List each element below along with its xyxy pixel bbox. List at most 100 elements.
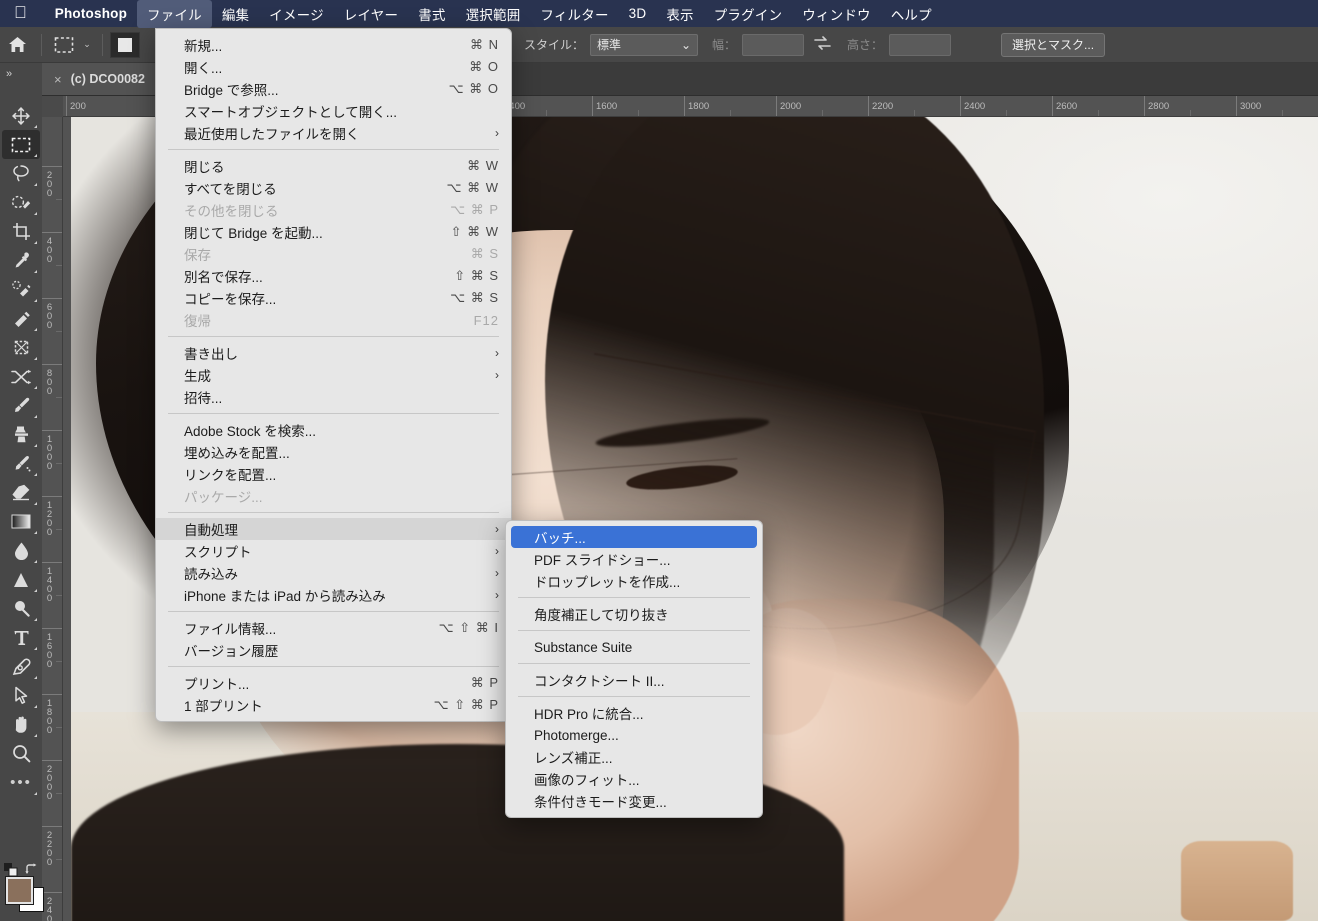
style-select[interactable]: 標準 ⌄ (590, 34, 698, 56)
menu-item-label: コピーを保存... (184, 288, 432, 308)
eraser-tool[interactable] (2, 478, 40, 507)
menubar-item-image[interactable]: イメージ (259, 0, 334, 28)
menu-item[interactable]: コピーを保存...⌥ ⌘ S (156, 287, 511, 309)
object-selection-tool[interactable] (2, 188, 40, 217)
menu-item[interactable]: HDR Pro に統合... (506, 702, 762, 724)
hand-tool[interactable] (2, 710, 40, 739)
menu-item[interactable]: 埋め込みを配置... (156, 441, 511, 463)
menu-item[interactable]: 招待... (156, 386, 511, 408)
menubar-item-layer[interactable]: レイヤー (334, 0, 408, 28)
menu-item[interactable]: ドロップレットを作成... (506, 570, 762, 592)
active-tool-icon[interactable] (49, 32, 79, 58)
ruler-minor-tick (1098, 110, 1099, 117)
menu-item[interactable]: 生成› (156, 364, 511, 386)
menu-item[interactable]: Substance Suite (506, 636, 762, 658)
menu-item-label: 閉じて Bridge を起動... (184, 222, 433, 242)
vertical-ruler[interactable]: 2004006008001000120014001600180020002200… (42, 117, 63, 921)
edit-toolbar-button[interactable]: ••• (2, 768, 40, 797)
path-selection-tool[interactable] (2, 681, 40, 710)
swap-dimensions-icon[interactable] (814, 36, 831, 54)
menu-item[interactable]: 閉じて Bridge を起動...⇧ ⌘ W (156, 221, 511, 243)
menu-item[interactable]: 自動処理› (156, 518, 511, 540)
chevron-right-icon: › (495, 126, 499, 140)
menu-item[interactable]: Adobe Stock を検索... (156, 419, 511, 441)
menu-separator (518, 696, 750, 697)
menubar-item-edit[interactable]: 編集 (212, 0, 259, 28)
close-icon[interactable]: × (54, 72, 62, 87)
burn-tool[interactable] (2, 594, 40, 623)
gradient-tool[interactable] (2, 507, 40, 536)
menu-item[interactable]: 1 部プリント⌥ ⇧ ⌘ P (156, 694, 511, 716)
menu-item[interactable]: iPhone または iPad から読み込み› (156, 584, 511, 606)
ruler-tick: 2600 (1052, 96, 1077, 117)
history-brush-tool[interactable] (2, 449, 40, 478)
menu-item[interactable]: 書き出し› (156, 342, 511, 364)
menu-item[interactable]: 開く...⌘ O (156, 56, 511, 78)
menu-item-label: スマートオブジェクトとして開く... (184, 101, 499, 121)
menu-item[interactable]: バッチ... (511, 526, 757, 548)
chevron-down-icon[interactable]: ⌄ (79, 39, 95, 50)
file-menu[interactable]: 新規...⌘ N開く...⌘ OBridge で参照...⌥ ⌘ Oスマートオブ… (155, 28, 512, 722)
dodge-tool[interactable] (2, 565, 40, 594)
ruler-minor-tick (730, 110, 731, 117)
brush-tool[interactable] (2, 391, 40, 420)
healing-brush-tool[interactable] (2, 304, 40, 333)
menu-item[interactable]: Photomerge... (506, 724, 762, 746)
menubar-item-view[interactable]: 表示 (656, 0, 703, 28)
frame-tool[interactable] (2, 333, 40, 362)
menu-item-label: バッチ... (534, 527, 745, 547)
menu-item-label: iPhone または iPad から読み込み (184, 585, 481, 605)
menu-item[interactable]: 読み込み› (156, 562, 511, 584)
menubar-item-plugins[interactable]: プラグイン (704, 0, 793, 28)
menu-item[interactable]: バージョン履歴 (156, 639, 511, 661)
expand-toolbar-icon[interactable]: » (0, 63, 42, 85)
pen-tool[interactable] (2, 652, 40, 681)
home-icon[interactable] (0, 30, 34, 60)
automate-submenu[interactable]: バッチ...PDF スライドショー...ドロップレットを作成... 角度補正して切… (505, 520, 763, 818)
menu-item[interactable]: 最近使用したファイルを開く› (156, 122, 511, 144)
menu-item[interactable]: 画像のフィット... (506, 768, 762, 790)
rectangular-marquee-tool[interactable] (2, 130, 40, 159)
menu-item[interactable]: 角度補正して切り抜き (506, 603, 762, 625)
spot-healing-brush-tool[interactable] (2, 275, 40, 304)
width-input[interactable] (742, 34, 804, 56)
menubar-app-name[interactable]: Photoshop (45, 2, 137, 25)
menubar-item-file[interactable]: ファイル (137, 0, 212, 28)
menu-item[interactable]: 閉じる⌘ W (156, 155, 511, 177)
document-tab[interactable]: × (c) DCO0082 (42, 63, 160, 95)
menubar-item-help[interactable]: ヘルプ (881, 0, 942, 28)
menubar-item-filter[interactable]: フィルター (530, 0, 618, 28)
menu-item[interactable]: スマートオブジェクトとして開く... (156, 100, 511, 122)
menubar-item-type[interactable]: 書式 (408, 0, 455, 28)
lasso-tool[interactable] (2, 159, 40, 188)
menu-item[interactable]: レンズ補正... (506, 746, 762, 768)
menubar-item-window[interactable]: ウィンドウ (792, 0, 881, 28)
height-input[interactable] (889, 34, 951, 56)
menu-item-label: HDR Pro に統合... (534, 703, 750, 723)
menu-item[interactable]: PDF スライドショー... (506, 548, 762, 570)
zoom-tool[interactable] (2, 739, 40, 768)
menubar-item-select[interactable]: 選択範囲 (456, 0, 531, 28)
blur-tool[interactable] (2, 536, 40, 565)
type-tool[interactable] (2, 623, 40, 652)
marquee-mode-button[interactable] (110, 32, 140, 58)
menu-item[interactable]: ファイル情報...⌥ ⇧ ⌘ I (156, 617, 511, 639)
menu-item[interactable]: 新規...⌘ N (156, 34, 511, 56)
menu-item[interactable]: スクリプト› (156, 540, 511, 562)
foreground-color-swatch[interactable] (6, 877, 33, 904)
apple-icon[interactable]:  (14, 4, 27, 21)
menubar-item-3d[interactable]: 3D (619, 2, 657, 25)
eyedropper-tool[interactable] (2, 246, 40, 275)
menu-item[interactable]: コンタクトシート II... (506, 669, 762, 691)
menu-item[interactable]: 条件付きモード変更... (506, 790, 762, 812)
remove-tool[interactable] (2, 362, 40, 391)
menu-item[interactable]: プリント...⌘ P (156, 672, 511, 694)
menu-item[interactable]: Bridge で参照...⌥ ⌘ O (156, 78, 511, 100)
clone-stamp-tool[interactable] (2, 420, 40, 449)
menu-item[interactable]: 別名で保存...⇧ ⌘ S (156, 265, 511, 287)
move-tool[interactable] (2, 101, 40, 130)
menu-item[interactable]: すべてを閉じる⌥ ⌘ W (156, 177, 511, 199)
crop-tool[interactable] (2, 217, 40, 246)
select-and-mask-button[interactable]: 選択とマスク... (1001, 33, 1105, 57)
menu-item[interactable]: リンクを配置... (156, 463, 511, 485)
